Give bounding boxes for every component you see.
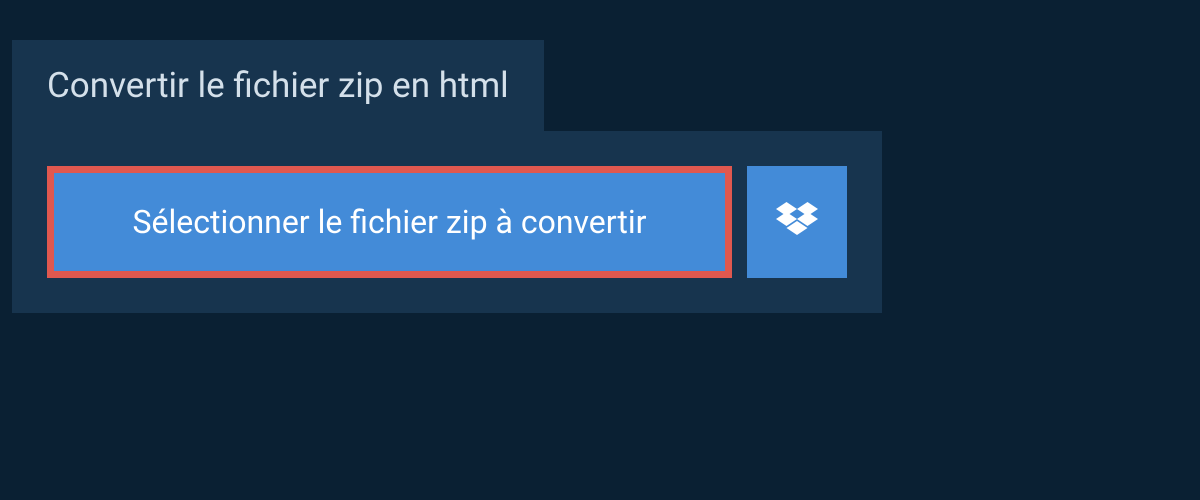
page-title: Convertir le fichier zip en html — [47, 65, 509, 106]
select-file-button-label: Sélectionner le fichier zip à convertir — [133, 203, 647, 241]
upload-panel: Sélectionner le fichier zip à convertir — [12, 131, 882, 313]
dropbox-button[interactable] — [747, 166, 847, 278]
dropbox-icon — [776, 202, 818, 242]
select-file-button[interactable]: Sélectionner le fichier zip à convertir — [47, 166, 732, 278]
header-tab: Convertir le fichier zip en html — [12, 40, 544, 131]
